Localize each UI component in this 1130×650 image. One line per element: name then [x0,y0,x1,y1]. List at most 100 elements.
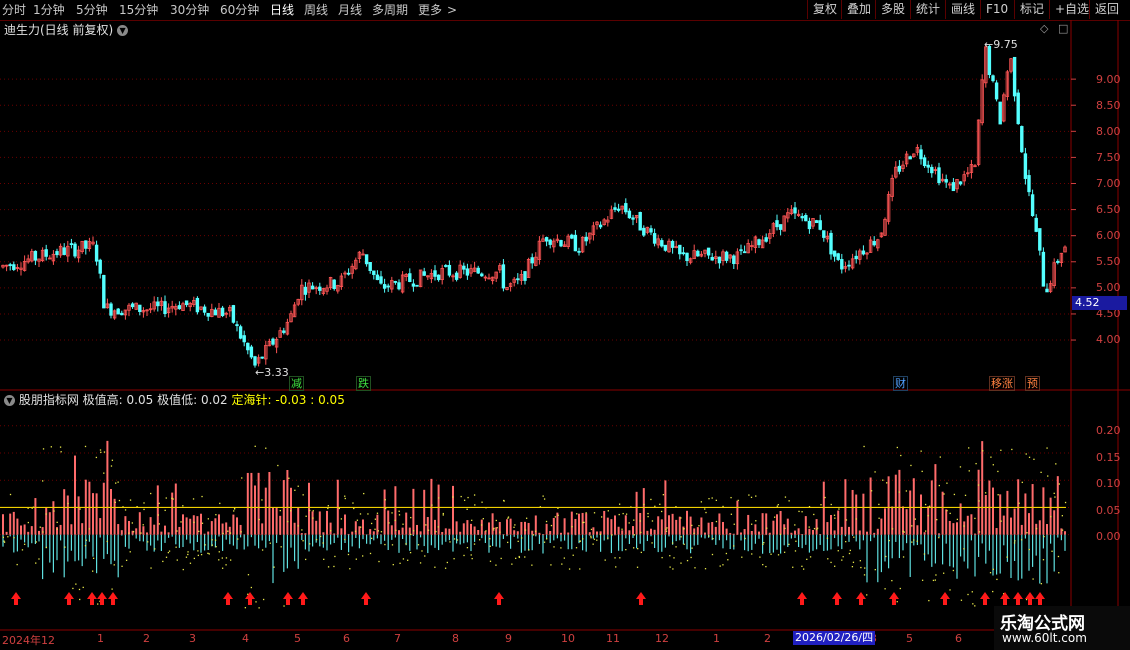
indicator-dot [452,496,454,498]
indicator-dot [496,527,498,529]
indicator-dot [1021,481,1023,484]
candle-body [778,224,783,230]
indicator-dot [601,516,603,518]
indicator-dot [896,446,898,449]
chevron-down-icon[interactable]: ▼ [117,25,129,36]
indicator-dot [359,513,362,515]
indicator-dot [528,549,530,551]
indicator-dot [180,521,182,523]
indicator-dot [759,556,761,558]
indicator-dot [730,496,732,499]
indicator-dot [481,501,483,503]
indicator-dot [171,497,173,499]
indicator-dot [349,568,351,570]
event-tag-finance[interactable]: 财 [893,376,908,391]
candle-body [678,244,682,255]
indicator-y-tick: 0.00 [1096,530,1121,543]
indicator-dot [560,547,562,549]
candle-body [1034,217,1038,232]
indicator-dot [99,449,102,451]
indicator-dot [841,559,843,561]
indicator-dot [354,530,357,533]
candle-body [310,285,315,290]
indicator-dot [550,564,552,566]
buy-arrow-icon [856,592,866,605]
indicator-dot [103,451,106,453]
indicator-dot [507,517,509,519]
indicator-dot [762,563,764,566]
indicator-dot [1055,463,1057,465]
candle-body [1027,175,1031,193]
indicator-dot [666,527,668,529]
y-tick-label: 6.00 [1096,229,1121,242]
indicator-dot [211,544,213,546]
indicator-dot [859,560,861,562]
buy-arrow-icon [1035,592,1045,605]
low-extreme-label: 极值低: [157,393,198,407]
indicator-dot [207,552,209,554]
indicator-dot [380,531,383,533]
indicator-dot [67,502,69,505]
buy-arrow-icon [64,592,74,605]
window-icon[interactable]: □ [1058,22,1068,35]
indicator-dot [233,510,235,512]
indicator-dot [56,528,58,530]
diamond-icon[interactable]: ◇ [1040,22,1048,35]
indicator-dot [388,522,390,524]
candle-body [908,156,912,160]
kline-chart[interactable] [0,0,1130,650]
indicator-dot [1040,583,1043,585]
x-axis-label: 2024年12 [2,634,55,647]
indicator-dot [185,556,188,558]
indicator-dot [463,554,465,557]
indicator-dot [250,586,253,589]
indicator-dot [75,583,77,585]
indicator-dot [150,567,152,569]
indicator-dot [845,540,847,543]
y-tick-label: 7.00 [1096,177,1121,190]
indicator-dot [410,533,412,536]
candle-body [652,233,657,244]
indicator-dot [576,513,578,515]
indicator-dot [280,546,282,548]
indicator-dot [675,546,677,548]
candle-body [1056,260,1060,263]
indicator-dot [471,557,473,560]
event-tag-forecast[interactable]: 预 [1025,376,1040,391]
indicator-dot [1040,471,1042,474]
indicator-dot [405,543,407,545]
indicator-dot [319,535,322,538]
event-tag-reduce[interactable]: 减 [289,376,304,391]
indicator-dot [963,548,965,550]
indicator-dot [219,502,221,505]
indicator-dot [967,593,969,596]
candle-body [616,208,621,211]
candle-body [717,256,722,264]
indicator-dot [158,502,160,505]
indicator-dot [866,594,868,596]
indicator-dot [704,508,706,510]
chevron-down-icon[interactable]: ▼ [4,395,15,406]
indicator-dot [204,544,206,546]
indicator-dot [79,508,81,510]
candle-body [670,240,675,248]
event-tag-fall[interactable]: 跌 [356,376,371,391]
buy-arrow-icon [940,592,950,605]
candle-body [364,254,369,265]
x-axis-label: 11 [606,632,620,645]
indicator-dot [399,562,401,564]
indicator-dot [903,531,905,533]
watermark-logo: 乐淘公式网 www.60lt.com [994,606,1130,650]
event-tag-rise[interactable]: 移涨 [989,376,1015,391]
indicator-dot [911,541,913,543]
indicator-dot [463,499,466,501]
indicator-dot [392,563,394,566]
indicator-dot [691,547,693,549]
indicator-dot [214,539,217,541]
indicator-dot [128,532,130,534]
buy-arrow-icon [1013,592,1023,605]
indicator-dot [374,528,376,530]
indicator-dot [1046,447,1048,449]
indicator-dot [938,536,940,539]
needle-label: 定海针: [231,393,272,407]
